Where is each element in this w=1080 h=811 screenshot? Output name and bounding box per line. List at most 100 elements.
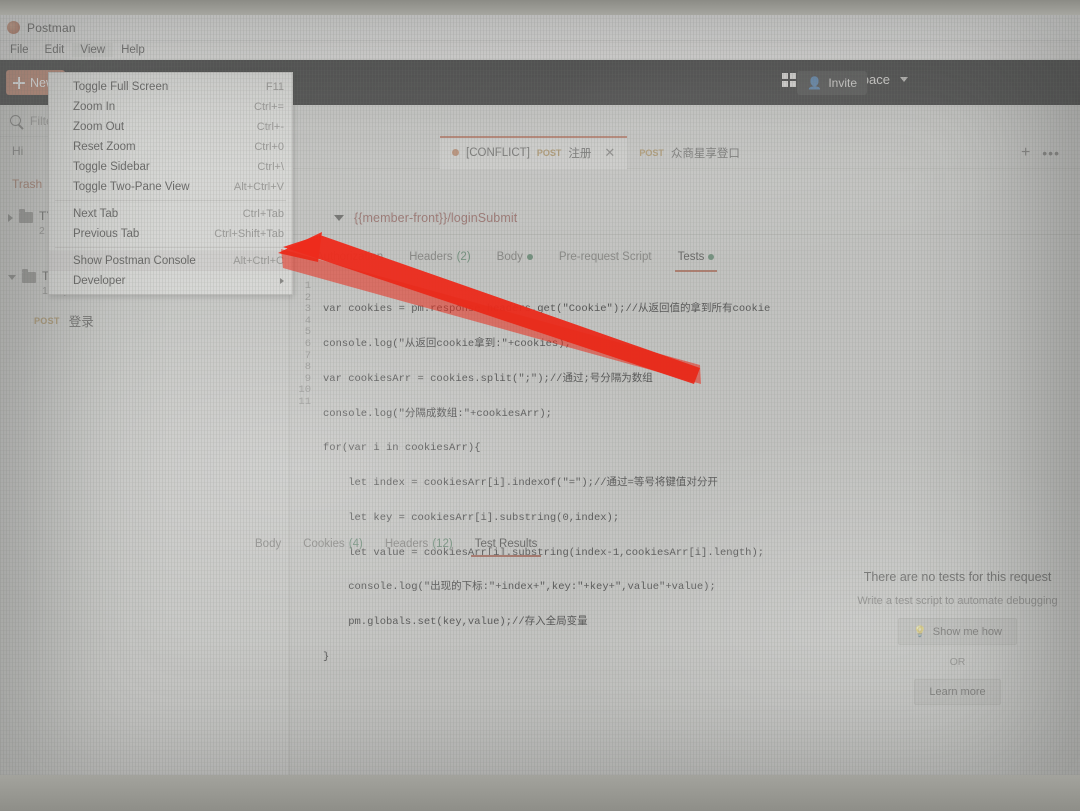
learn-more-button[interactable]: Learn more — [914, 679, 1001, 705]
code-line: console.log("从返回cookie拿到:"+cookies); — [323, 337, 571, 350]
menu-item-toggle-full-screen[interactable]: Toggle Full Screen F11 — [49, 77, 292, 97]
menu-file[interactable]: File — [2, 43, 37, 57]
menu-item-label: Toggle Sidebar — [73, 161, 150, 173]
monitor-bezel-bottom — [0, 775, 1080, 811]
menu-bar: File Edit View Help — [0, 41, 1080, 60]
grid-icon — [782, 72, 797, 87]
url-bar: {{member-front}}/loginSubmit — [290, 201, 1080, 235]
tab-label: Cookies — [303, 538, 345, 550]
tab-authorization[interactable]: Authorization — [316, 251, 383, 268]
empty-state-subtitle: Write a test script to automate debuggin… — [857, 595, 1058, 607]
code-line: } — [323, 651, 330, 663]
sidebar-item-trash[interactable]: Trash — [12, 177, 42, 191]
view-menu-dropdown: Toggle Full Screen F11 Zoom In Ctrl+= Zo… — [48, 72, 293, 295]
chevron-right-icon[interactable] — [8, 214, 13, 222]
menu-item-accel: Alt+Ctrl+V — [233, 181, 284, 193]
menu-item-toggle-two-pane-view[interactable]: Toggle Two-Pane View Alt+Ctrl+V — [49, 177, 292, 197]
sidebar-tab-history[interactable]: Hi — [12, 144, 23, 158]
menu-view[interactable]: View — [72, 43, 114, 57]
menu-item-zoom-in[interactable]: Zoom In Ctrl+= — [49, 97, 292, 117]
menu-item-label: Previous Tab — [73, 228, 140, 240]
list-item[interactable]: POST 登录 — [0, 306, 289, 335]
window-title: Postman — [27, 20, 76, 35]
title-bar: Postman — [0, 15, 1080, 41]
line-number: 11 — [298, 395, 311, 408]
code-line: let key = cookiesArr[i].substring(0,inde… — [323, 511, 620, 524]
code-line: console.log("分隔成数组:"+cookiesArr); — [323, 407, 552, 420]
chevron-down-icon[interactable] — [8, 275, 16, 284]
menu-item-accel: Ctrl+Tab — [242, 208, 284, 220]
menu-item-zoom-out[interactable]: Zoom Out Ctrl+- — [49, 117, 292, 137]
tab-label: Authorization — [316, 250, 384, 263]
add-tab-button[interactable]: + — [1015, 144, 1036, 162]
code-line: pm.globals.set(key,value);//存入全局变量 — [323, 616, 588, 629]
menu-separator — [55, 200, 286, 201]
headers-count: (12) — [432, 538, 453, 550]
method-chevron-down-icon[interactable] — [334, 214, 344, 221]
screen-photo: Postman File Edit View Help New My Works… — [0, 0, 1080, 811]
tab-method: POST — [639, 147, 664, 158]
url-input[interactable]: {{member-front}}/loginSubmit — [354, 211, 517, 225]
response-tab-test-results[interactable]: Test Results — [470, 538, 542, 557]
menu-item-label: Zoom In — [73, 101, 116, 113]
button-label: Learn more — [929, 686, 986, 698]
search-icon — [10, 115, 21, 126]
response-tab-cookies[interactable]: Cookies (4) — [303, 538, 363, 550]
menu-item-next-tab[interactable]: Next Tab Ctrl+Tab — [49, 204, 292, 224]
request-tab-active[interactable]: [CONFLICT] POST 注册 ✕ — [440, 135, 628, 169]
menu-item-toggle-sidebar[interactable]: Toggle Sidebar Ctrl+\ — [49, 157, 292, 177]
menu-separator — [55, 247, 286, 248]
menu-item-label: Zoom Out — [73, 121, 125, 133]
headers-count: (2) — [456, 250, 471, 263]
code-line: var cookies = pm.response.headers.get("C… — [323, 303, 771, 316]
tab-tests[interactable]: Tests — [674, 250, 718, 272]
chevron-right-icon — [280, 278, 284, 284]
menu-item-show-postman-console[interactable]: Show Postman Console Alt+Ctrl+C — [49, 251, 292, 271]
tab-name: 注册 — [568, 147, 592, 160]
response-tab-headers[interactable]: Headers (12) — [385, 538, 453, 550]
menu-help[interactable]: Help — [113, 43, 153, 57]
response-tab-body[interactable]: Body — [255, 538, 281, 550]
tab-label: Body — [255, 538, 282, 550]
tab-label: Test Results — [474, 538, 538, 550]
tab-label: Pre-request Script — [558, 250, 652, 263]
invite-label: Invite — [828, 76, 857, 90]
line-number: 6 — [304, 337, 311, 350]
button-label: Show me how — [932, 625, 1002, 638]
postman-application-window: Postman File Edit View Help New My Works… — [0, 15, 1080, 775]
tab-label: Body — [496, 250, 523, 263]
menu-item-label: Toggle Full Screen — [73, 81, 169, 93]
person-add-icon: 👤 — [807, 76, 823, 90]
invite-button[interactable]: 👤 Invite — [797, 71, 867, 95]
menu-item-previous-tab[interactable]: Previous Tab Ctrl+Shift+Tab — [49, 224, 292, 244]
menu-item-reset-zoom[interactable]: Reset Zoom Ctrl+0 — [49, 137, 292, 157]
menu-item-accel: Ctrl+\ — [257, 161, 284, 173]
tab-label: Tests — [677, 250, 705, 263]
request-tab-second[interactable]: POST 众商星享登口 — [627, 137, 752, 169]
main-pane: [CONFLICT] POST 注册 ✕ POST 众商星享登口 + ••• {… — [255, 105, 1080, 775]
monitor-bezel-top — [0, 0, 1080, 15]
plus-icon — [13, 76, 25, 89]
tab-conflict-label: [CONFLICT] — [466, 146, 530, 159]
code-line: var cookiesArr = cookies.split(";");//通过… — [323, 372, 653, 385]
close-icon[interactable]: ✕ — [604, 145, 615, 161]
tab-label: Headers — [409, 250, 453, 263]
tests-code-editor[interactable]: 1 2 3 4 5 6 7 8 9 10 11 var cookies = pm… — [290, 279, 1080, 663]
tab-name: 众商星享登口 — [670, 147, 740, 160]
code-content[interactable]: var cookies = pm.response.headers.get("C… — [316, 279, 771, 663]
menu-item-developer[interactable]: Developer — [49, 271, 292, 291]
menu-item-accel: F11 — [265, 81, 284, 93]
response-tabs: Body Cookies (4) Headers (12) Test Resul… — [255, 530, 1045, 558]
show-me-how-button[interactable]: 💡 Show me how — [898, 618, 1017, 645]
tab-options-button[interactable]: ••• — [1036, 145, 1066, 161]
folder-icon — [22, 269, 36, 283]
tab-headers[interactable]: Headers (2) — [409, 251, 471, 268]
menu-edit[interactable]: Edit — [37, 43, 73, 57]
tab-pre-request-script[interactable]: Pre-request Script — [559, 251, 652, 268]
tab-body[interactable]: Body — [497, 251, 533, 268]
code-line: console.log("出现的下标:"+index+",key:"+key+"… — [323, 581, 716, 594]
menu-item-label: Toggle Two-Pane View — [73, 181, 190, 193]
menu-item-accel: Ctrl+= — [254, 101, 284, 113]
tab-inactive-left[interactable] — [290, 137, 440, 169]
line-number-gutter: 1 2 3 4 5 6 7 8 9 10 11 — [290, 279, 316, 439]
